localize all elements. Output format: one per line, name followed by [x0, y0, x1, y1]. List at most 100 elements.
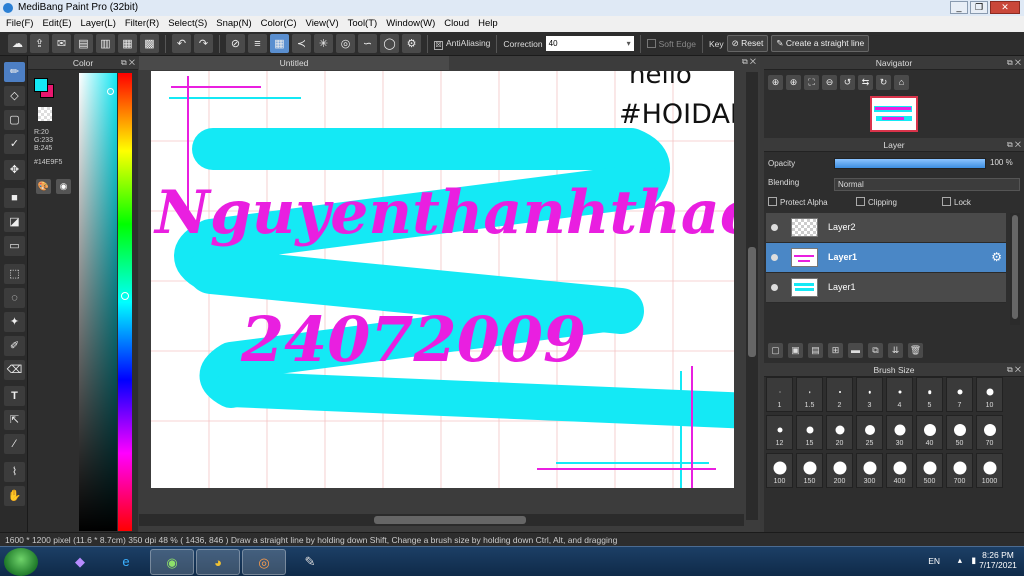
hand-tool-icon[interactable]: ✋: [4, 486, 25, 506]
page-manager-icon[interactable]: ▦: [118, 34, 137, 53]
document-window-icons[interactable]: ⧉ ✕: [742, 57, 756, 67]
select-eraser-tool-icon[interactable]: ⌫: [4, 360, 25, 380]
language-indicator[interactable]: EN: [928, 556, 940, 566]
add-layer-menu-icon[interactable]: ⊞: [828, 343, 843, 358]
menu-tool[interactable]: Tool(T): [348, 16, 378, 32]
brush-size-cell[interactable]: 700: [946, 453, 973, 488]
merge-layer-icon[interactable]: ⇊: [888, 343, 903, 358]
grid-icon[interactable]: ▩: [140, 34, 159, 53]
internet-explorer-icon[interactable]: e: [104, 549, 148, 575]
menu-select[interactable]: Select(S): [168, 16, 207, 32]
vertical-scrollbar[interactable]: [746, 72, 758, 520]
brush-size-cell[interactable]: 1: [766, 377, 793, 412]
dot-tool-icon[interactable]: ✓: [4, 134, 25, 154]
protect-alpha-checkbox[interactable]: Protect Alpha: [768, 197, 828, 207]
brush-size-cell[interactable]: 400: [886, 453, 913, 488]
brush-size-cell[interactable]: 40: [916, 415, 943, 450]
saturation-value-picker[interactable]: [79, 73, 117, 531]
brush-size-cell[interactable]: 200: [826, 453, 853, 488]
brush-size-cell[interactable]: 20: [826, 415, 853, 450]
brush-size-cell[interactable]: 100: [766, 453, 793, 488]
menu-snap[interactable]: Snap(N): [216, 16, 251, 32]
panel-close-icon[interactable]: ⧉ ✕: [1007, 56, 1021, 70]
zoom-actual-icon[interactable]: ⛶: [804, 75, 819, 90]
eyedropper-tool-icon[interactable]: ⌇: [4, 462, 25, 482]
visibility-eye-icon[interactable]: [771, 254, 778, 261]
layer-scrollbar[interactable]: [1010, 213, 1020, 325]
menu-filter[interactable]: Filter(R): [125, 16, 159, 32]
fill-shape-tool-icon[interactable]: ■: [4, 188, 25, 208]
comment-icon[interactable]: ✉: [52, 34, 71, 53]
comic-icon[interactable]: ▤: [74, 34, 93, 53]
perspective-snap-icon[interactable]: ≺: [292, 34, 311, 53]
rotate-left-icon[interactable]: ↺: [840, 75, 855, 90]
menu-color[interactable]: Color(C): [261, 16, 297, 32]
new-8bit-layer-icon[interactable]: ▤: [808, 343, 823, 358]
bucket-tool-icon[interactable]: ◪: [4, 212, 25, 232]
flip-icon[interactable]: ⇆: [858, 75, 873, 90]
brush-size-cell[interactable]: 4: [886, 377, 913, 412]
zoom-in-icon[interactable]: ⊕: [786, 75, 801, 90]
select-tool-icon[interactable]: ⬚: [4, 264, 25, 284]
operation-tool-icon[interactable]: ⇱: [4, 410, 25, 430]
layer-row-selected[interactable]: Layer1 ⚙: [766, 243, 1006, 273]
snap-off-icon[interactable]: ⊘: [226, 34, 245, 53]
tray-arrow-icon[interactable]: ▴: [958, 555, 962, 566]
delete-layer-icon[interactable]: 🗑: [908, 343, 923, 358]
menu-view[interactable]: View(V): [306, 16, 339, 32]
cloud-icon[interactable]: ☁: [8, 34, 27, 53]
horizontal-scroll-thumb[interactable]: [374, 516, 526, 524]
transparent-color-swatch[interactable]: [38, 107, 52, 121]
visual-studio-icon[interactable]: ◆: [58, 549, 102, 575]
menu-window[interactable]: Window(W): [386, 16, 435, 32]
layer-scroll-thumb[interactable]: [1012, 215, 1018, 319]
panel-close-icon[interactable]: ⧉ ✕: [121, 56, 135, 70]
drawing-canvas[interactable]: Nguyenthanhthao 24072009 hello #HOIDAP: [151, 71, 734, 488]
vertical-scroll-thumb[interactable]: [748, 247, 756, 357]
brush-size-cell[interactable]: 3: [856, 377, 883, 412]
menu-help[interactable]: Help: [478, 16, 498, 32]
page-icon[interactable]: ▥: [96, 34, 115, 53]
minimize-button[interactable]: _: [950, 1, 968, 14]
folder-icon[interactable]: ▬: [848, 343, 863, 358]
curve-snap-icon[interactable]: ∽: [358, 34, 377, 53]
soft-edge-checkbox[interactable]: Soft Edge: [646, 38, 696, 49]
zoom-fit-icon[interactable]: ⊕: [768, 75, 783, 90]
horizontal-scrollbar[interactable]: [139, 514, 744, 526]
visibility-eye-icon[interactable]: [771, 224, 778, 231]
sv-picker-ring[interactable]: [107, 88, 114, 95]
brush-size-cell[interactable]: 7: [946, 377, 973, 412]
navigator-thumbnail[interactable]: [870, 96, 918, 132]
brush-size-cell[interactable]: 2: [826, 377, 853, 412]
reset-button[interactable]: ⊘ Reset: [726, 35, 769, 52]
gear-icon[interactable]: ⚙: [991, 250, 1002, 264]
divide-tool-icon[interactable]: ⁄: [4, 434, 25, 454]
close-button[interactable]: ✕: [990, 1, 1020, 14]
brush-size-cell[interactable]: 500: [916, 453, 943, 488]
grid-snap-icon[interactable]: ▦: [270, 34, 289, 53]
move-tool-icon[interactable]: ✥: [4, 160, 25, 180]
parallel-snap-icon[interactable]: ≡: [248, 34, 267, 53]
medibang-taskbar-icon[interactable]: ◎: [242, 549, 286, 575]
rectangle-tool-icon[interactable]: ▢: [4, 110, 25, 130]
brush-size-cell[interactable]: 15: [796, 415, 823, 450]
duplicate-layer-icon[interactable]: ⧉: [868, 343, 883, 358]
reset-view-icon[interactable]: ⌂: [894, 75, 909, 90]
rotate-right-icon[interactable]: ↻: [876, 75, 891, 90]
foreground-color-swatch[interactable]: [34, 78, 48, 92]
brush-size-cell[interactable]: 5: [916, 377, 943, 412]
new-layer-icon[interactable]: ▢: [768, 343, 783, 358]
panel-close-icon[interactable]: ⧉ ✕: [1007, 138, 1021, 152]
text-tool-icon[interactable]: T: [4, 386, 25, 406]
menu-cloud[interactable]: Cloud: [444, 16, 469, 32]
circle-snap-icon[interactable]: ◯: [380, 34, 399, 53]
menu-file[interactable]: File(F): [6, 16, 33, 32]
hue-slider-ring[interactable]: [121, 292, 129, 300]
gradient-tool-icon[interactable]: ▭: [4, 236, 25, 256]
eraser-tool-icon[interactable]: ◇: [4, 86, 25, 106]
snap-settings-icon[interactable]: ⚙: [402, 34, 421, 53]
palette-icon[interactable]: 🎨: [36, 179, 51, 194]
brush-size-cell[interactable]: 30: [886, 415, 913, 450]
new-halftone-layer-icon[interactable]: ▣: [788, 343, 803, 358]
clipping-checkbox[interactable]: Clipping: [856, 197, 897, 207]
